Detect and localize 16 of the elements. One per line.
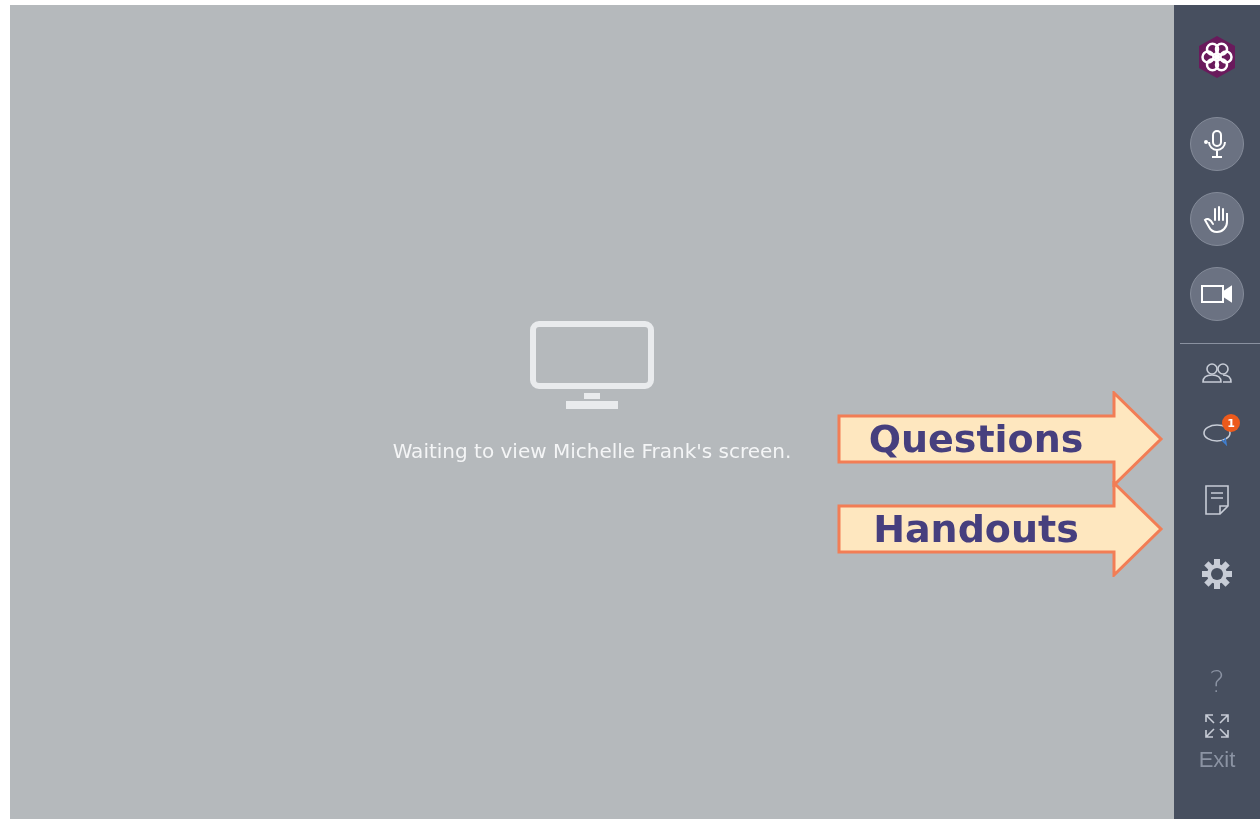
callout-label: Handouts [873, 509, 1079, 549]
participants-button[interactable] [1202, 362, 1232, 384]
raise-hand-button[interactable] [1190, 192, 1244, 246]
flower-logo-icon [1196, 35, 1238, 79]
video-camera-icon [1201, 284, 1233, 304]
callout-label: Questions [868, 419, 1084, 459]
exit-button[interactable]: Exit [1198, 747, 1236, 773]
waiting-message: Waiting to view Michelle Frank's screen. [392, 439, 792, 463]
fullscreen-icon[interactable] [1204, 713, 1230, 739]
microphone-button[interactable] [1190, 117, 1244, 171]
help-button[interactable]: ? [1209, 664, 1225, 699]
settings-icon[interactable] [1201, 558, 1233, 590]
camera-button[interactable] [1190, 267, 1244, 321]
handouts-button[interactable] [1204, 484, 1230, 516]
hand-icon [1203, 204, 1231, 234]
notification-badge: 1 [1222, 414, 1240, 432]
